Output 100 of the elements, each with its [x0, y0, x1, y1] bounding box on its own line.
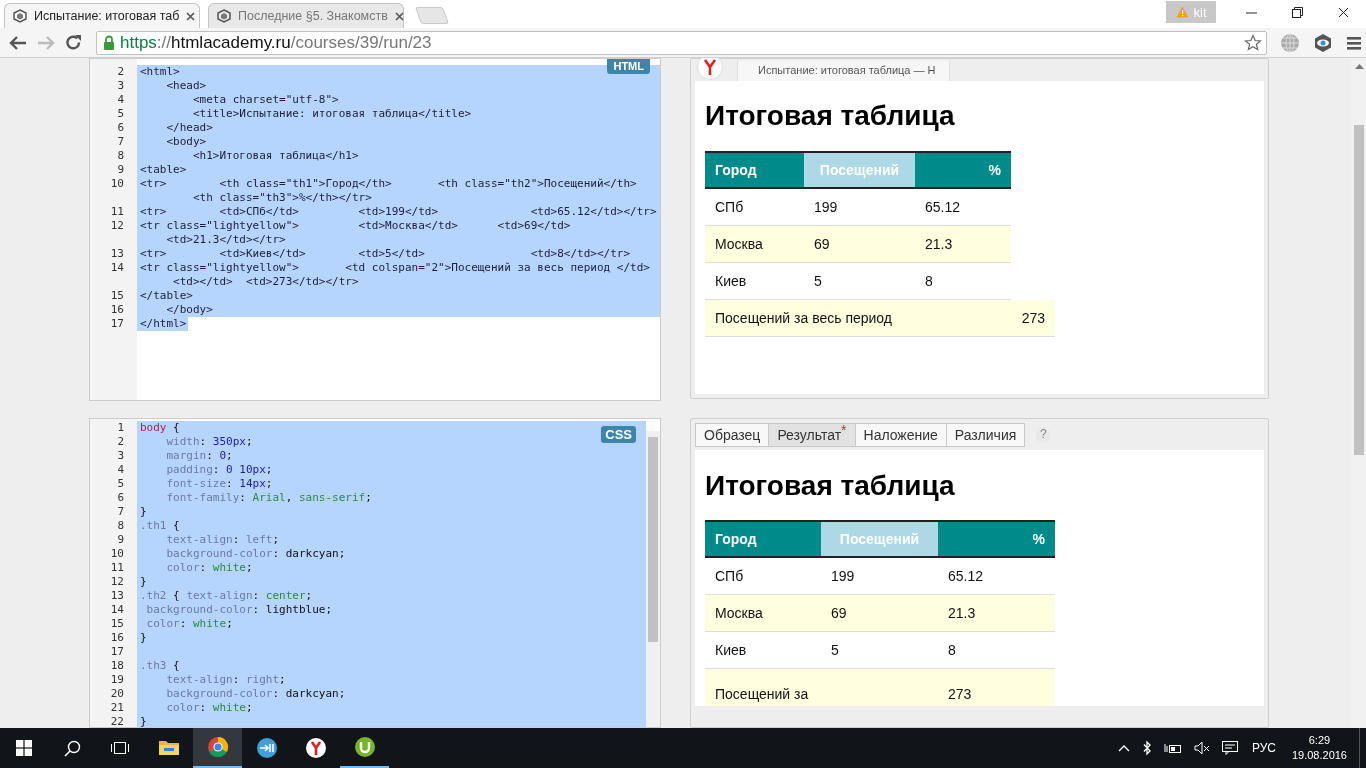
- table-cell-text: 5: [830, 641, 840, 660]
- language-badge: HTML: [607, 59, 650, 74]
- arrows-circle-icon: [255, 737, 278, 759]
- view-tab[interactable]: Наложение: [854, 423, 947, 447]
- table-cell-text: Москва: [714, 604, 764, 623]
- line-number: 13: [109, 247, 125, 261]
- line-number: 9: [116, 533, 125, 547]
- close-icon[interactable]: [1337, 6, 1349, 18]
- line-number: 1: [116, 421, 125, 435]
- line-number: 14: [109, 261, 125, 276]
- line-number: 7: [116, 135, 125, 149]
- line-number: 16: [109, 631, 125, 645]
- windows-icon[interactable]: [16, 740, 32, 756]
- page-heading: Итоговая таблица: [705, 99, 956, 133]
- line-number: 5: [116, 477, 125, 491]
- language-indicator[interactable]: РУС: [1251, 741, 1276, 755]
- view-tab[interactable]: Различия: [945, 423, 1026, 447]
- browser-tab[interactable]: Последние §5. Знакомств: [208, 3, 404, 28]
- scrollbar[interactable]: [646, 431, 660, 727]
- close-icon[interactable]: [394, 11, 404, 21]
- close-icon[interactable]: [186, 11, 196, 21]
- table-cell-text: 69: [830, 604, 848, 623]
- line-number: 20: [109, 687, 125, 701]
- table-cell-text: Киев: [714, 641, 748, 660]
- eye-icon[interactable]: [1313, 32, 1333, 53]
- line-number: 19: [109, 673, 125, 687]
- line-number: 5: [116, 107, 125, 121]
- line-number: 16: [109, 303, 125, 317]
- lock-icon: [103, 35, 115, 50]
- view-tab[interactable]: Образец: [695, 423, 770, 447]
- battery-icon[interactable]: [1163, 741, 1182, 755]
- shield-icon: [13, 9, 27, 23]
- page-heading: Итоговая таблица: [705, 469, 956, 503]
- search-icon[interactable]: [63, 739, 81, 757]
- line-number: 10: [109, 177, 125, 192]
- table-cell-text: 8: [924, 272, 934, 291]
- line-number: 3: [116, 449, 125, 463]
- code-editor[interactable]: [89, 58, 661, 401]
- table-cell-text: 21.3: [947, 604, 977, 623]
- notification-icon[interactable]: [1221, 741, 1238, 755]
- header-cell: Город: [705, 153, 804, 187]
- table-cell-text: СПб: [714, 567, 745, 586]
- table-cell-text: Посещений за весь период: [714, 309, 893, 328]
- line-number: 10: [109, 547, 125, 561]
- table-cell-text: 21.3: [924, 235, 954, 254]
- table-cell-text: 5: [813, 272, 823, 291]
- table-cell-text: 65.12: [924, 198, 962, 217]
- line-number: 6: [116, 491, 125, 505]
- taskbar-button[interactable]: [193, 728, 242, 768]
- back-icon[interactable]: [9, 34, 27, 51]
- table-cell-text: 8: [947, 641, 957, 660]
- line-number: 18: [109, 659, 125, 673]
- line-number: 14: [109, 603, 125, 617]
- address-bar[interactable]: https://htmlacademy.ru/courses/39/run/23: [96, 30, 1267, 55]
- url-text: https://htmlacademy.ru/courses/39/run/23: [120, 32, 433, 53]
- forward-icon: [37, 34, 55, 51]
- header-cell: Посещений: [821, 522, 938, 556]
- line-number: 4: [116, 463, 125, 477]
- table-cell-text: 273: [1020, 309, 1046, 328]
- speaker-icon[interactable]: [1193, 741, 1210, 755]
- hook-circle-icon: [353, 736, 376, 758]
- header-cell: Город: [705, 522, 821, 556]
- bluetooth-icon[interactable]: [1141, 740, 1152, 756]
- reload-icon[interactable]: [65, 34, 82, 51]
- star-icon[interactable]: [1244, 33, 1262, 52]
- menu-icon[interactable]: [1346, 34, 1362, 51]
- line-number: 11: [109, 561, 125, 575]
- task-view-icon[interactable]: [110, 740, 130, 756]
- header-cell: %: [938, 522, 1055, 556]
- table-cell-text: 65.12: [947, 567, 985, 586]
- line-number: 4: [116, 93, 125, 107]
- line-number: 11: [109, 205, 125, 219]
- scrollbar-thumb[interactable]: [1354, 125, 1364, 455]
- scrollbar-thumb[interactable]: [648, 437, 658, 642]
- restore-icon[interactable]: [1291, 6, 1303, 18]
- line-number: 12: [109, 219, 125, 234]
- line-number: 12: [109, 575, 125, 589]
- line-number: 15: [109, 289, 125, 303]
- table-cell-text: 199: [813, 198, 839, 217]
- line-number: 3: [116, 79, 125, 93]
- view-tab[interactable]: Результат*: [768, 423, 856, 447]
- shield-icon: [217, 9, 231, 23]
- preview-tab[interactable]: Испытание: итоговая таблица — Н: [737, 61, 950, 81]
- browser-tab[interactable]: Испытание: итоговая таб: [4, 3, 200, 28]
- header-cell: %: [915, 153, 1011, 187]
- wheel-logo-icon: [206, 736, 229, 758]
- header-cell: Посещений: [804, 153, 915, 187]
- clock[interactable]: 6:29 19.08.2016: [1291, 733, 1347, 763]
- table-cell-text: 273: [947, 685, 973, 704]
- chevron-up-icon[interactable]: [1117, 744, 1130, 752]
- line-number: 8: [116, 149, 125, 163]
- line-number: 15: [109, 617, 125, 631]
- line-number: 17: [109, 645, 125, 659]
- line-number: 7: [116, 505, 125, 519]
- fork-circle-icon: [304, 737, 327, 759]
- line-number: 8: [116, 519, 125, 533]
- table-cell-text: 69: [813, 235, 831, 254]
- line-number: 22: [109, 715, 125, 727]
- scroll-up-icon[interactable]: [1354, 64, 1364, 69]
- table-cell-text: Киев: [714, 272, 748, 291]
